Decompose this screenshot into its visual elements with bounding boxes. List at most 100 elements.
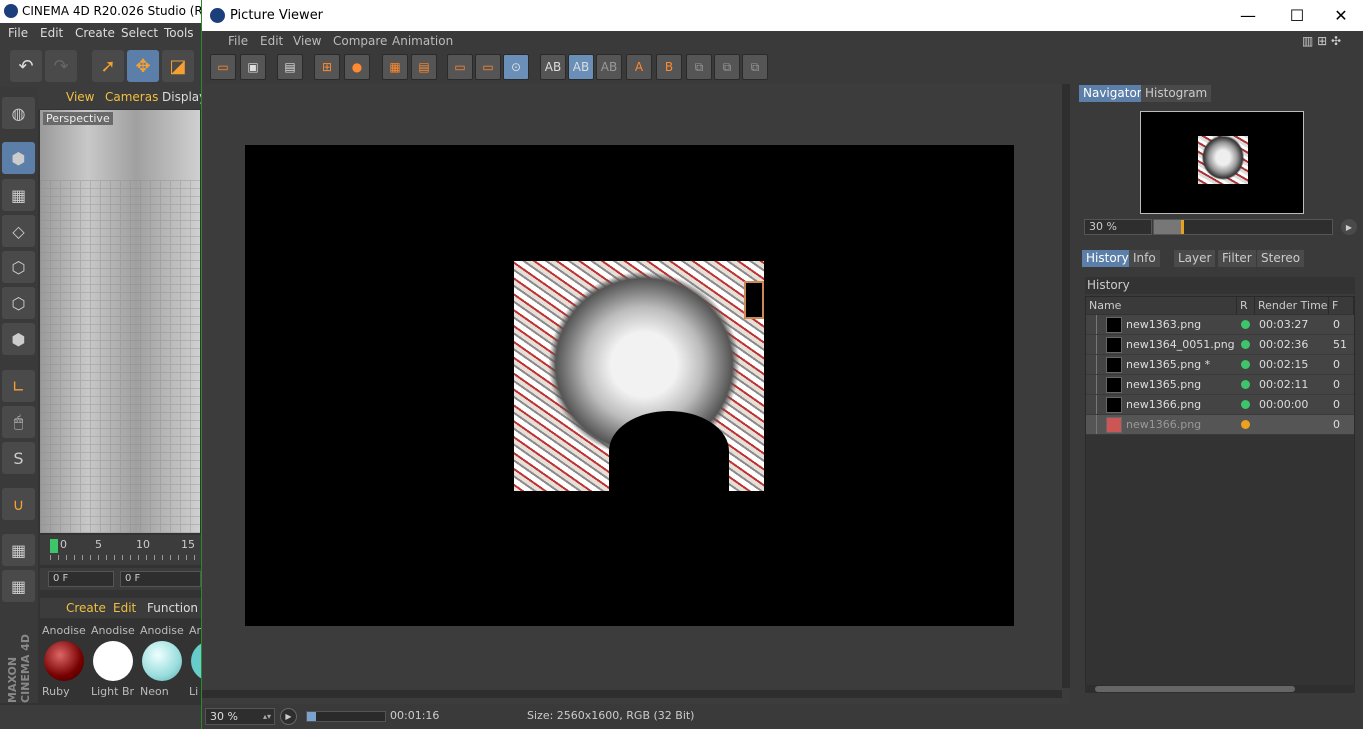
tab-histogram[interactable]: Histogram xyxy=(1141,85,1212,102)
set-b-icon[interactable]: B xyxy=(656,54,682,80)
paste-icon[interactable]: ▤ xyxy=(411,54,437,80)
tab-stereo[interactable]: Stereo xyxy=(1257,250,1305,267)
close-button[interactable]: ✕ xyxy=(1318,0,1363,31)
column-header-frame[interactable]: F xyxy=(1329,297,1354,314)
scrollbar-thumb[interactable] xyxy=(1095,686,1295,692)
view-single-icon[interactable]: ▭ xyxy=(447,54,473,80)
move-tool-icon[interactable]: ✥ xyxy=(127,50,159,82)
ab-split-icon[interactable]: AB xyxy=(568,54,594,80)
minimize-button[interactable]: — xyxy=(1225,0,1271,31)
material-menu-function[interactable]: Function xyxy=(147,601,198,615)
edges-mode-icon[interactable]: ⬡ xyxy=(2,287,35,319)
3d-viewport[interactable]: Perspective xyxy=(40,110,200,533)
viewport-menu-display[interactable]: Display xyxy=(162,90,206,104)
status-dot-icon xyxy=(1241,400,1250,409)
navigator-zoom-field[interactable]: 30 % xyxy=(1084,219,1152,235)
material-swatch[interactable]: Anodise Neon xyxy=(140,624,184,700)
c4d-menu-file[interactable]: File xyxy=(8,26,28,40)
view-side-icon[interactable]: ▭ xyxy=(475,54,501,80)
history-horizontal-scrollbar[interactable] xyxy=(1085,685,1355,693)
copy-icon[interactable]: ▦ xyxy=(382,54,408,80)
play-icon[interactable]: ▶ xyxy=(280,708,297,725)
c4d-menu-select[interactable]: Select xyxy=(121,26,158,40)
navigator-zoom-knob[interactable] xyxy=(1180,220,1184,234)
canvas-horizontal-scrollbar[interactable] xyxy=(202,690,1062,698)
material-swatch[interactable]: Anodise Ruby xyxy=(42,624,86,700)
canvas-vertical-scrollbar[interactable] xyxy=(1062,84,1070,688)
save-icon[interactable]: ▣ xyxy=(240,54,266,80)
material-menu-edit[interactable]: Edit xyxy=(113,601,136,615)
c4d-menu-edit[interactable]: Edit xyxy=(40,26,63,40)
menu-animation[interactable]: Animation xyxy=(392,34,453,48)
menu-edit[interactable]: Edit xyxy=(260,34,283,48)
zoom-field[interactable]: 30 % ▴▾ xyxy=(205,708,275,725)
navigator-zoom-slider[interactable] xyxy=(1153,219,1333,235)
ab-overlay-icon[interactable]: AB xyxy=(596,54,622,80)
layout2-icon[interactable]: ⧉ xyxy=(714,54,740,80)
table-row[interactable]: new1366.png 00:00:00 0 xyxy=(1086,395,1354,415)
magnet-icon[interactable]: ∪ xyxy=(2,488,35,520)
current-frame-field[interactable]: 0 F xyxy=(48,571,114,587)
tab-filter[interactable]: Filter xyxy=(1218,250,1256,267)
table-row[interactable]: new1366.png 0 xyxy=(1086,415,1354,435)
tab-history[interactable]: History xyxy=(1082,250,1133,267)
model-mode-icon[interactable]: ⬢ xyxy=(2,142,35,174)
maximize-button[interactable]: ☐ xyxy=(1274,0,1320,31)
layout1-icon[interactable]: ⧉ xyxy=(686,54,712,80)
play-icon[interactable]: ▶ xyxy=(1341,219,1357,235)
column-header-name[interactable]: Name xyxy=(1086,297,1237,314)
menu-file[interactable]: File xyxy=(228,34,248,48)
tree-line xyxy=(1096,395,1097,414)
render-icon[interactable]: ▤ xyxy=(277,54,303,80)
settings-icon[interactable]: ● xyxy=(344,54,370,80)
workplane-icon[interactable]: ◇ xyxy=(2,215,35,247)
material-swatch[interactable]: An Li xyxy=(189,624,201,700)
panel-layout-icon[interactable]: ▥ ⊞ ✣ xyxy=(1302,34,1341,48)
c4d-menu-tools[interactable]: Tools xyxy=(164,26,194,40)
sphere-mode-icon[interactable]: ◍ xyxy=(2,97,35,129)
menu-compare[interactable]: Compare xyxy=(333,34,387,48)
redo-icon[interactable]: ↷ xyxy=(45,50,77,82)
compare-icon[interactable]: ⊙ xyxy=(503,54,529,80)
tab-layer[interactable]: Layer xyxy=(1174,250,1216,267)
layout3-icon[interactable]: ⧉ xyxy=(742,54,768,80)
timeline[interactable]: 0 5 10 15 xyxy=(40,535,201,565)
menu-view[interactable]: View xyxy=(293,34,321,48)
scale-tool-icon[interactable]: ◪ xyxy=(162,50,194,82)
viewport-menu-cameras[interactable]: Cameras xyxy=(105,90,158,104)
axis-icon[interactable]: ∟ xyxy=(2,370,35,402)
table-row[interactable]: new1365.png 00:02:11 0 xyxy=(1086,375,1354,395)
open-icon[interactable]: ▭ xyxy=(210,54,236,80)
set-a-icon[interactable]: A xyxy=(626,54,652,80)
workplane-grid-icon[interactable]: ▦ xyxy=(2,570,35,602)
viewport-menu-view[interactable]: View xyxy=(66,90,94,104)
tab-info[interactable]: Info xyxy=(1129,250,1160,267)
c4d-menu-create[interactable]: Create xyxy=(75,26,115,40)
points-mode-icon[interactable]: ⬡ xyxy=(2,251,35,283)
select-tool-icon[interactable]: ➚ xyxy=(92,50,124,82)
viewport-menubar: View Cameras Display xyxy=(38,87,206,109)
undo-icon[interactable]: ↶ xyxy=(10,50,42,82)
lock-workplane-icon[interactable]: ▦ xyxy=(2,534,35,566)
table-row[interactable]: new1363.png 00:03:27 0 xyxy=(1086,315,1354,335)
column-header-render-time[interactable]: Render Time xyxy=(1255,297,1329,314)
navigator-preview[interactable] xyxy=(1140,111,1304,214)
image-canvas[interactable] xyxy=(202,84,1070,704)
column-header-r[interactable]: R xyxy=(1237,297,1255,314)
arrange-icon[interactable]: ⊞ xyxy=(314,54,340,80)
start-frame-field[interactable]: 0 F xyxy=(120,571,201,587)
tab-navigator[interactable]: Navigator xyxy=(1079,85,1146,102)
tweak-icon[interactable]: 🖱 xyxy=(2,406,35,438)
table-row[interactable]: new1365.png * 00:02:15 0 xyxy=(1086,355,1354,375)
texture-mode-icon[interactable]: ▦ xyxy=(2,179,35,211)
ab-icon[interactable]: AB xyxy=(540,54,566,80)
polygons-mode-icon[interactable]: ⬢ xyxy=(2,323,35,355)
material-menu-create[interactable]: Create xyxy=(66,601,106,615)
spinner-icon[interactable]: ▴▾ xyxy=(263,709,271,724)
table-row[interactable]: new1364_0051.png 00:02:36 51 xyxy=(1086,335,1354,355)
material-swatch[interactable]: Anodise Light Br xyxy=(91,624,135,700)
snap-icon[interactable]: S xyxy=(2,442,35,474)
timeline-playhead[interactable] xyxy=(50,539,58,553)
row-render-time: 00:02:11 xyxy=(1259,378,1309,391)
viewport-label: Perspective xyxy=(43,112,113,125)
